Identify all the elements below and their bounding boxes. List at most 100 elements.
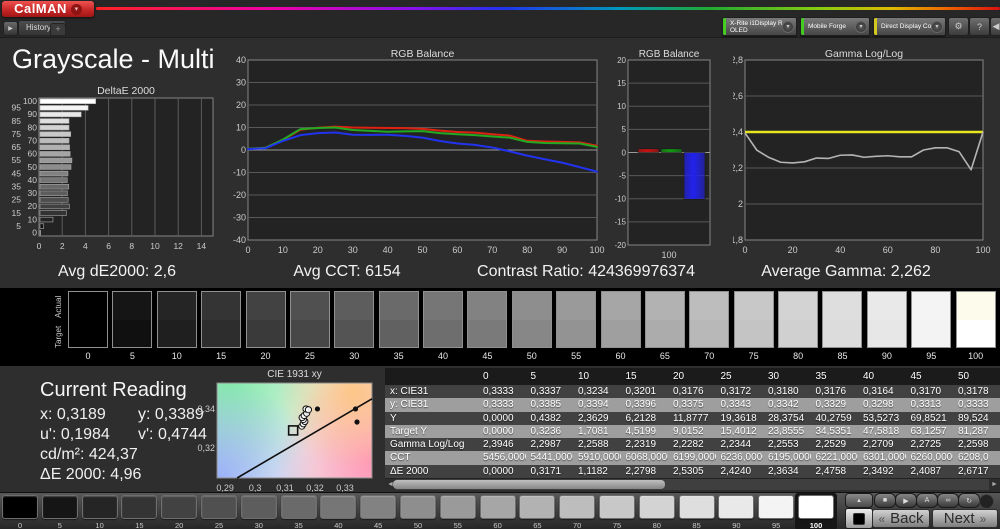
- table-cell: 0,3313: [906, 398, 954, 411]
- level-button-95[interactable]: [758, 495, 794, 519]
- table-cell: 0,3180: [763, 385, 811, 398]
- patch-level-label: 60: [601, 351, 641, 361]
- level-button-35[interactable]: [281, 495, 317, 519]
- patch-target: [380, 320, 418, 348]
- level-button-75[interactable]: [599, 495, 635, 519]
- auto-advance-button[interactable]: A: [916, 493, 938, 508]
- deltae-x-tick: 12: [173, 241, 183, 251]
- deltae-bar: [40, 99, 96, 104]
- patch-target: [690, 320, 728, 348]
- patch-actual: [468, 292, 506, 320]
- rgb-balance-bar-svg: RGB Balance-20-15-10-505101520100: [615, 48, 733, 258]
- table-cell: 2,4758: [811, 465, 859, 478]
- level-button-45[interactable]: [360, 495, 396, 519]
- patch-actual: [602, 292, 640, 320]
- patch-target: [291, 320, 329, 348]
- level-button-65[interactable]: [519, 495, 555, 519]
- deltae-y-tick: 40: [28, 175, 38, 185]
- patch-level-label: 80: [778, 351, 818, 361]
- collapse-panel-button[interactable]: ◀: [990, 17, 1000, 36]
- stop-button[interactable]: ■: [874, 493, 896, 508]
- table-cell: 5910,0000: [573, 451, 621, 464]
- deltae2000-chart-svg: DeltaE 200010095908580757065605550454035…: [0, 84, 220, 256]
- level-button-0[interactable]: [2, 495, 38, 519]
- meter-selector-display-control[interactable]: Direct Display Control ▾: [873, 17, 946, 36]
- stat-average-gamma: Average Gamma: 2,262: [761, 263, 931, 281]
- patch-target: [158, 320, 196, 348]
- back-button[interactable]: « Back: [872, 509, 930, 528]
- table-cell: 0,3394: [573, 398, 621, 411]
- level-button-70[interactable]: [559, 495, 595, 519]
- scroll-right-arrow-icon[interactable]: ►: [989, 479, 1000, 490]
- meter-selector-colorimeter[interactable]: X-Rite i1Display RetailOLED ▾: [722, 17, 797, 36]
- level-button-80[interactable]: [639, 495, 675, 519]
- deltae-y-tick: 25: [12, 195, 22, 205]
- patch-actual: [380, 292, 418, 320]
- tab-scroll-button[interactable]: ▶: [3, 21, 18, 36]
- rgb-y-tick: -20: [233, 190, 246, 200]
- continuous-button[interactable]: ∞: [937, 493, 959, 508]
- deltae-bar: [40, 158, 72, 163]
- patch-target: [823, 320, 861, 348]
- continuous-icon: ∞: [946, 497, 951, 504]
- add-tab-button[interactable]: +: [50, 23, 66, 36]
- table-row-label: y: CIE31: [385, 398, 478, 411]
- table-cell: 23,8555: [763, 425, 811, 438]
- gamma-x-tick: 0: [742, 245, 747, 255]
- level-button-label: 80: [639, 521, 675, 529]
- app-menu-button[interactable]: CalMAN ▾: [2, 1, 94, 17]
- refresh-button[interactable]: ↻: [958, 493, 980, 508]
- level-button-label: 90: [718, 521, 754, 529]
- level-button-10[interactable]: [82, 495, 118, 519]
- table-row: CCT5456,00005441,00005910,00006068,00006…: [385, 451, 1000, 464]
- reading-de2000: ΔE 2000: 4,96: [40, 466, 141, 484]
- level-button-100[interactable]: [798, 495, 834, 519]
- level-button-label: 95: [758, 521, 794, 529]
- level-button-30[interactable]: [241, 495, 277, 519]
- table-cell: 2,2553: [763, 438, 811, 451]
- settings-button[interactable]: ⚙: [948, 17, 969, 36]
- level-button-25[interactable]: [201, 495, 237, 519]
- help-button[interactable]: ?: [969, 17, 990, 36]
- grayscale-patch-strip: Actual Target 05101520253035404550556065…: [0, 288, 1000, 366]
- strip-actual-label: Actual: [54, 292, 63, 318]
- level-button-55[interactable]: [440, 495, 476, 519]
- table-cell: 81,287: [953, 425, 1000, 438]
- cie-1931-chart: CIE 1931 xy0,340,320,290,30,310,320,33: [195, 368, 385, 492]
- scrollbar-thumb[interactable]: [393, 480, 665, 489]
- level-button-50[interactable]: [400, 495, 436, 519]
- table-cell: 0,3176: [811, 385, 859, 398]
- level-button-60[interactable]: [480, 495, 516, 519]
- level-button-label: 60: [480, 521, 516, 529]
- meter-selector-pattern-source[interactable]: Mobile Forge ▾: [800, 17, 870, 36]
- rgb-y-tick: 10: [236, 123, 246, 133]
- table-header-row: 05101520253035404550: [385, 368, 1000, 385]
- rgb-balance-bar-chart: RGB Balance-20-15-10-505101520100: [615, 48, 733, 258]
- rgbbar-y-tick: 15: [617, 79, 626, 88]
- play-button[interactable]: ▶: [895, 493, 917, 508]
- level-button-label: 55: [440, 521, 476, 529]
- meter-label: X-Rite i1Display RetailOLED: [726, 20, 782, 34]
- next-button[interactable]: Next »: [932, 509, 998, 528]
- level-button-90[interactable]: [718, 495, 754, 519]
- table-scrollbar[interactable]: ◄ ►: [385, 478, 1000, 490]
- patch-target: [646, 320, 684, 348]
- custom-patch-button[interactable]: [845, 508, 873, 529]
- grayscale-patch-30: [334, 291, 374, 348]
- level-button-20[interactable]: [161, 495, 197, 519]
- grayscale-patch-0: [68, 291, 108, 348]
- table-column-header: 45: [906, 368, 954, 385]
- deltae-y-tick: 50: [28, 162, 38, 172]
- level-button-85[interactable]: [679, 495, 715, 519]
- chevron-down-icon: ▾: [855, 21, 867, 33]
- patch-target: [957, 320, 995, 348]
- gamma-x-tick: 80: [930, 245, 940, 255]
- level-button-5[interactable]: [42, 495, 78, 519]
- table-cell: 0,3201: [621, 385, 669, 398]
- rgb-x-tick: 10: [278, 245, 288, 255]
- level-button-15[interactable]: [121, 495, 157, 519]
- table-cell: 2,3629: [573, 412, 621, 425]
- level-button-40[interactable]: [320, 495, 356, 519]
- patch-options-up-button[interactable]: ▲: [845, 493, 873, 508]
- gamma-x-tick: 40: [835, 245, 845, 255]
